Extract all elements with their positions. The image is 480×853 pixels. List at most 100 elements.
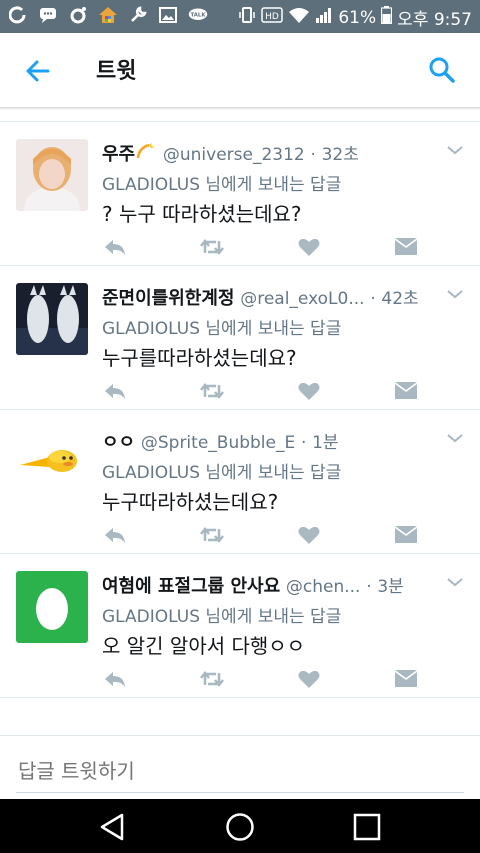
nav-back-button[interactable]: [98, 812, 128, 842]
user-name[interactable]: 준면이를위한계정: [102, 288, 234, 309]
retweet-icon: [200, 382, 224, 400]
square-recents-icon: [353, 813, 381, 841]
status-right: HD 61% 오후 9:57: [238, 5, 472, 30]
like-button[interactable]: [296, 666, 322, 692]
page-title: 트윗: [96, 59, 137, 84]
tweet-time: 1분: [312, 433, 339, 453]
user-handle[interactable]: @universe_2312: [163, 145, 305, 165]
tweet-menu-button[interactable]: [446, 430, 464, 444]
retweet-button[interactable]: [199, 522, 225, 548]
direct-message-button[interactable]: [393, 522, 419, 548]
talk-icon: TALK: [188, 5, 208, 25]
signal-icon: [315, 7, 333, 28]
avatar[interactable]: [16, 427, 88, 499]
image-icon: [158, 5, 178, 25]
reply-context: GLADIOLUS 님에게 보내는 답글: [102, 463, 342, 483]
retweet-icon: [200, 238, 224, 256]
tweet-time: 32초: [321, 145, 359, 165]
retweet-button[interactable]: [199, 666, 225, 692]
like-button[interactable]: [296, 378, 322, 404]
tweet-actions: [102, 522, 422, 548]
status-left-icons: TALK: [8, 5, 208, 25]
reply-context: GLADIOLUS 님에게 보내는 답글: [102, 607, 342, 627]
tweet-time: 3분: [377, 577, 404, 597]
separator: ·: [370, 289, 376, 309]
user-handle[interactable]: @Sprite_Bubble_E: [141, 433, 295, 453]
reply-button[interactable]: [102, 666, 128, 692]
tweet-meta: ㅇㅇ @Sprite_Bubble_E · 1분: [102, 428, 440, 454]
avatar[interactable]: [16, 571, 88, 643]
envelope-icon: [395, 238, 417, 255]
envelope-icon: [395, 670, 417, 687]
target-icon: [68, 5, 88, 25]
g-app-icon: [8, 5, 28, 25]
tweet-meta: 우주 @universe_2312 · 32초: [102, 140, 440, 166]
tweet-actions: [102, 234, 422, 260]
user-handle[interactable]: @chen...: [286, 577, 361, 597]
reply-context: GLADIOLUS 님에게 보내는 답글: [102, 175, 342, 195]
separator: ·: [310, 145, 316, 165]
nav-home-button[interactable]: [225, 812, 255, 842]
chevron-down-icon: [447, 434, 463, 443]
wrench-icon: [128, 5, 148, 25]
avatar[interactable]: [16, 283, 88, 355]
reply-context: GLADIOLUS 님에게 보내는 답글: [102, 319, 342, 339]
tweet-time: 42초: [381, 289, 419, 309]
direct-message-button[interactable]: [393, 378, 419, 404]
tweet-meta: 준면이를위한계정 @real_exoL0... · 42초: [102, 284, 440, 310]
circle-home-icon: [226, 813, 254, 841]
tweet-item[interactable]: 준면이를위한계정 @real_exoL0... · 42초 GLADIOLUS …: [0, 265, 480, 409]
chevron-down-icon: [447, 146, 463, 155]
chevron-down-icon: [447, 290, 463, 299]
retweet-button[interactable]: [199, 234, 225, 260]
reply-button[interactable]: [102, 522, 128, 548]
tweet-menu-button[interactable]: [446, 286, 464, 300]
nav-recents-button[interactable]: [352, 812, 382, 842]
envelope-icon: [395, 382, 417, 399]
tweet-list: 우주 @universe_2312 · 32초 GLADIOLUS 님에게 보내…: [0, 121, 480, 698]
envelope-icon: [395, 526, 417, 543]
avatar[interactable]: [16, 139, 88, 211]
tweet-text: 누구따라하셨는데요?: [102, 490, 279, 514]
tweet-actions: [102, 378, 422, 404]
tweet-item[interactable]: 우주 @universe_2312 · 32초 GLADIOLUS 님에게 보내…: [0, 121, 480, 265]
clock: 오후 9:57: [397, 10, 472, 30]
like-button[interactable]: [296, 234, 322, 260]
heart-icon: [298, 382, 320, 400]
user-name[interactable]: 우주: [102, 144, 135, 165]
sparkle-emoji-icon: [135, 143, 157, 165]
svg-text:TALK: TALK: [191, 13, 207, 19]
reply-icon: [105, 672, 125, 687]
reply-button[interactable]: [102, 378, 128, 404]
tweet-actions: [102, 666, 422, 692]
retweet-icon: [200, 526, 224, 544]
chevron-down-icon: [447, 578, 463, 587]
tweet-item[interactable]: ㅇㅇ @Sprite_Bubble_E · 1분 GLADIOLUS 님에게 보…: [0, 409, 480, 553]
separator: ·: [300, 433, 307, 453]
user-handle[interactable]: @real_exoL0...: [240, 289, 364, 309]
back-button[interactable]: [22, 55, 54, 87]
retweet-button[interactable]: [199, 378, 225, 404]
wifi-icon: [288, 7, 310, 28]
reply-icon: [105, 528, 125, 543]
tweet-menu-button[interactable]: [446, 142, 464, 156]
search-button[interactable]: [426, 54, 458, 86]
reply-icon: [105, 240, 125, 255]
battery-percent: 61%: [338, 7, 377, 28]
chat-icon: [38, 5, 58, 25]
reply-input[interactable]: [16, 750, 464, 793]
tweet-text: 오 알긴 알아서 다행ㅇㅇ: [102, 634, 306, 658]
user-name[interactable]: 여혐에 표절그룹 안사요: [102, 576, 280, 597]
retweet-icon: [200, 670, 224, 688]
tweet-item[interactable]: 여혐에 표절그룹 안사요 @chen... · 3분 GLADIOLUS 님에게…: [0, 553, 480, 698]
separator: ·: [366, 577, 372, 597]
reply-button[interactable]: [102, 234, 128, 260]
svg-text:HD: HD: [265, 12, 279, 22]
direct-message-button[interactable]: [393, 234, 419, 260]
vibrate-icon: [238, 6, 256, 29]
like-button[interactable]: [296, 522, 322, 548]
direct-message-button[interactable]: [393, 666, 419, 692]
back-arrow-icon: [26, 60, 50, 82]
user-name[interactable]: ㅇㅇ: [102, 432, 135, 453]
tweet-menu-button[interactable]: [446, 574, 464, 588]
